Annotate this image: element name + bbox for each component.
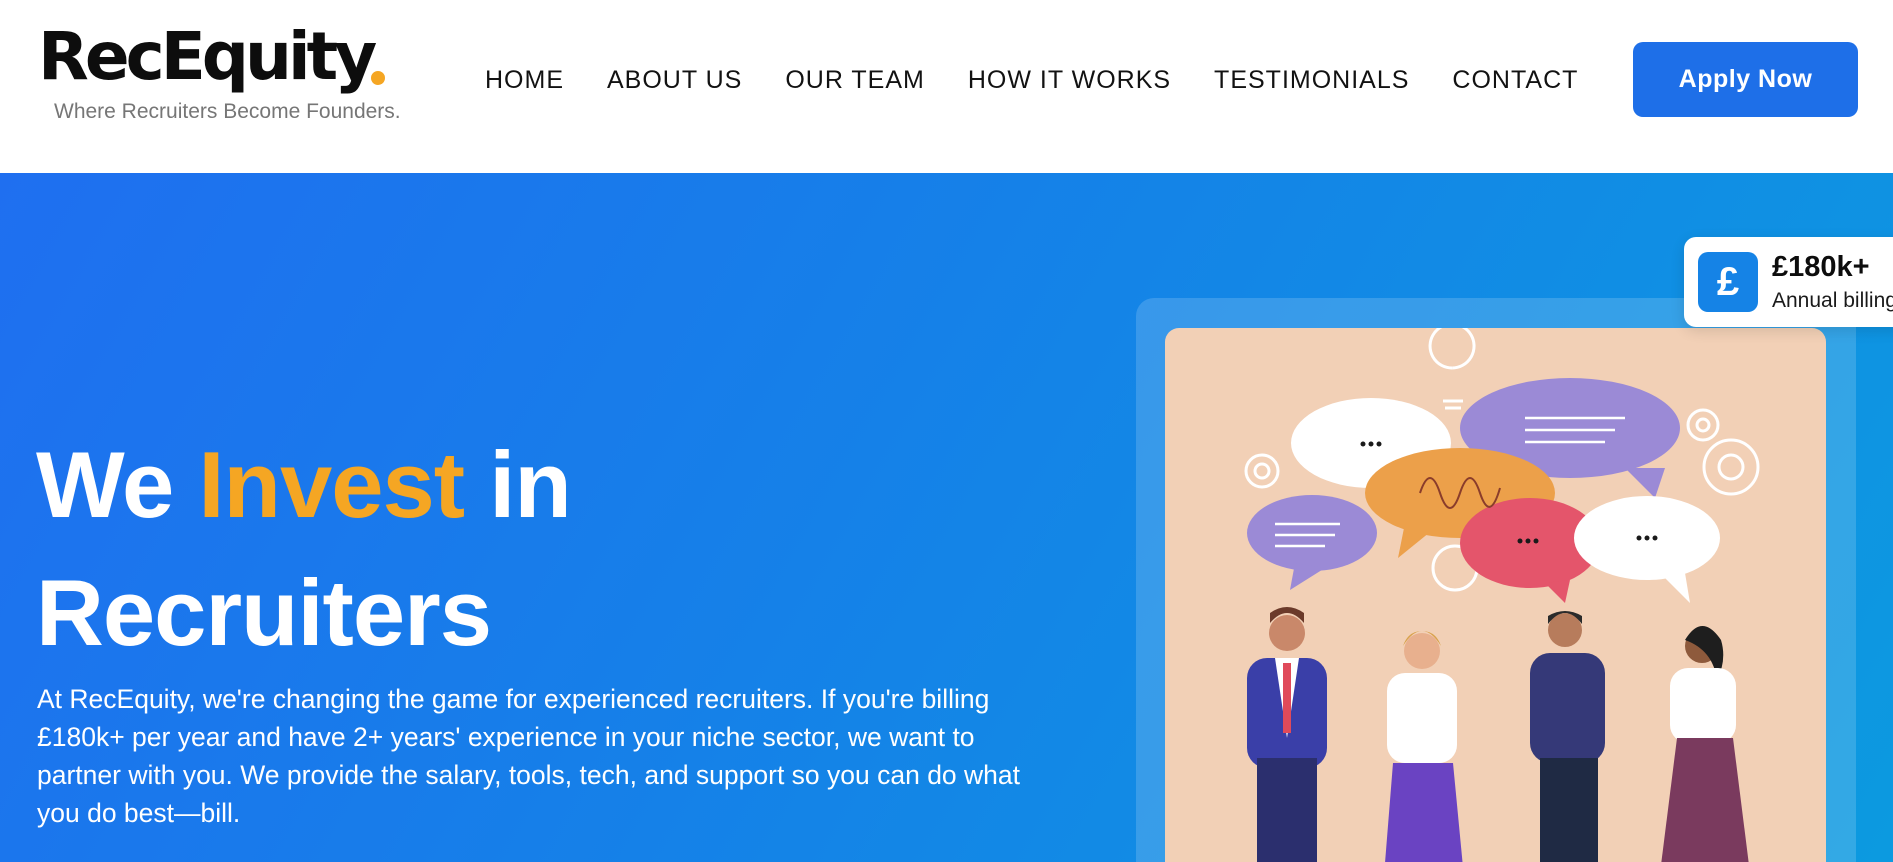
hero-title: We Invest in Recruiters <box>36 421 936 677</box>
brand-logo[interactable]: RecEquity Where Recruiters Become Founde… <box>38 18 401 132</box>
nav-how-it-works[interactable]: HOW IT WORKS <box>968 62 1171 98</box>
logo-wordmark: RecEquity <box>38 18 377 95</box>
nav-testimonials[interactable]: TESTIMONIALS <box>1214 62 1409 98</box>
hero-title-highlight: Invest <box>198 432 465 537</box>
nav-home[interactable]: HOME <box>485 62 564 98</box>
team-conversation-illustration <box>1165 328 1826 862</box>
stat-label: Annual billing <box>1772 289 1893 312</box>
hero-description: At RecEquity, we're changing the game fo… <box>37 684 1021 828</box>
hero-title-part2: in <box>464 432 572 537</box>
nav-about-us[interactable]: ABOUT US <box>607 62 742 98</box>
logo-dot <box>371 71 385 85</box>
stat-value: £180k+ <box>1772 251 1870 283</box>
hero-title-part1: We <box>36 432 199 537</box>
logo-tagline: Where Recruiters Become Founders. <box>54 100 401 123</box>
site-header: RecEquity Where Recruiters Become Founde… <box>0 0 1893 173</box>
hero-title-line2: Recruiters <box>36 560 492 665</box>
hero-section: We Invest in Recruiters At RecEquity, we… <box>0 173 1893 862</box>
pound-icon: £ <box>1698 252 1758 312</box>
nav-our-team[interactable]: OUR TEAM <box>785 62 925 98</box>
apply-now-button[interactable]: Apply Now <box>1633 42 1858 117</box>
main-nav: HOME ABOUT US OUR TEAM HOW IT WORKS TEST… <box>485 62 1578 98</box>
nav-contact[interactable]: CONTACT <box>1452 62 1578 98</box>
stat-card: £ £180k+ Annual billing <box>1684 237 1893 327</box>
